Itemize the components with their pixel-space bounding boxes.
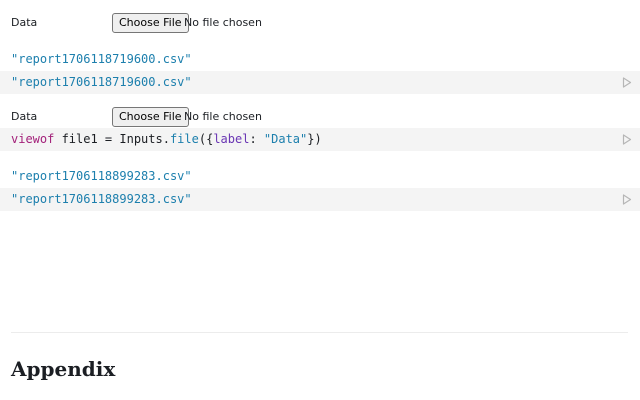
run-cell-icon[interactable] — [622, 77, 632, 88]
cell-output-value: "report1706118899283.csv" — [11, 169, 192, 183]
section-divider — [11, 332, 628, 333]
run-cell-icon[interactable] — [622, 134, 632, 145]
appendix-heading: Appendix — [11, 357, 116, 381]
code-cell-source: "report1706118899283.csv" — [11, 192, 192, 206]
code-cell-2[interactable]: viewof file1 = Inputs.file({label: "Data… — [0, 128, 640, 151]
code-text: }) — [307, 132, 322, 146]
file-input-data-2: Data Choose File No file chosen — [0, 105, 640, 129]
file-input-label: Data — [11, 16, 38, 29]
code-text: ({ — [198, 132, 214, 146]
file-status-text: No file chosen — [184, 110, 262, 123]
code-string: "Data" — [263, 132, 308, 146]
code-cell-source: "report1706118719600.csv" — [11, 75, 192, 89]
code-text: : — [249, 132, 264, 146]
cell-output-value: "report1706118719600.csv" — [11, 52, 192, 66]
code-cell-1[interactable]: "report1706118719600.csv" — [0, 71, 640, 94]
file-input-data-1: Data Choose File No file chosen — [0, 11, 640, 35]
code-text: file1 = Inputs. — [54, 132, 170, 146]
notebook-page: Data Choose File No file chosen "report1… — [0, 0, 640, 400]
code-function: file — [169, 132, 199, 146]
code-keyword: viewof — [11, 132, 55, 146]
code-cell-3[interactable]: "report1706118899283.csv" — [0, 188, 640, 211]
file-status-text: No file chosen — [184, 16, 262, 29]
code-property: label — [213, 132, 250, 146]
choose-file-button[interactable]: Choose File — [112, 13, 189, 33]
code-cell-source: viewof file1 = Inputs.file({label: "Data… — [11, 132, 322, 146]
file-input-label: Data — [11, 110, 38, 123]
choose-file-button[interactable]: Choose File — [112, 107, 189, 127]
run-cell-icon[interactable] — [622, 194, 632, 205]
